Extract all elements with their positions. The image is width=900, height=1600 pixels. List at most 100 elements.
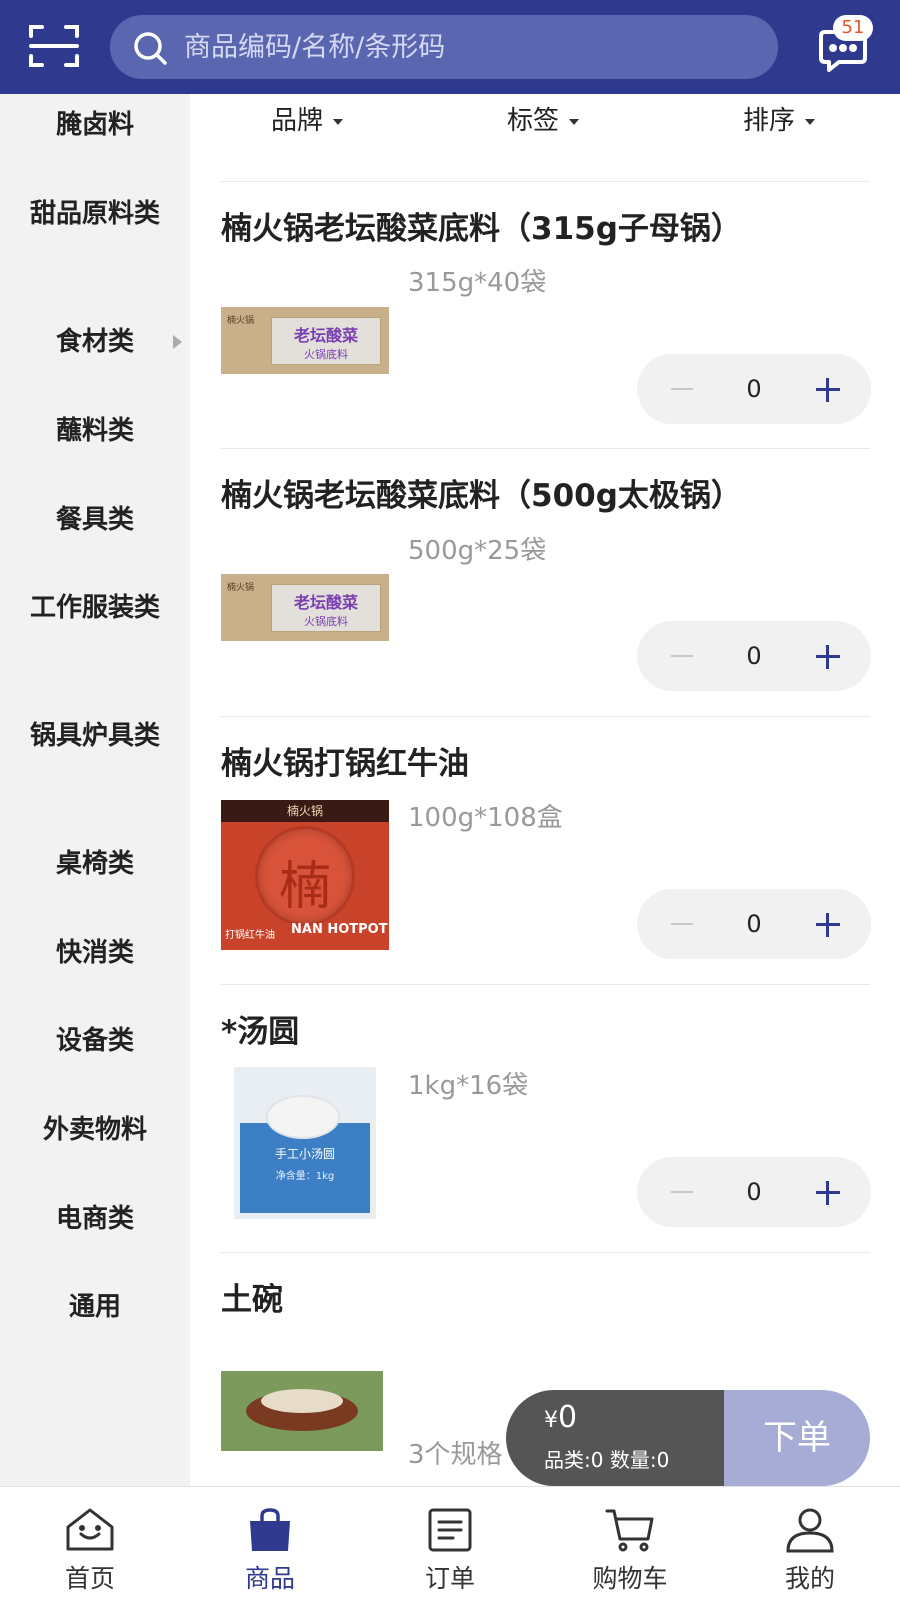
sidebar-item-label: 设备类 [55, 1026, 134, 1056]
tab-profile[interactable]: 我的 [720, 1487, 900, 1600]
cart-summary-bar: ¥0 品类:0 数量:0 下单 [506, 1390, 870, 1486]
place-order-button[interactable]: 下单 [724, 1390, 870, 1486]
product-image-text: 老坛酸菜 [293, 326, 358, 345]
cart-summary[interactable]: ¥0 品类:0 数量:0 [506, 1390, 724, 1486]
product-image-subtext: 打锅红牛油 [225, 930, 275, 941]
sidebar-item-workwear[interactable]: 工作服装类 [0, 589, 190, 627]
increase-button[interactable] [807, 1157, 847, 1227]
divider [220, 448, 870, 449]
sidebar-item-general[interactable]: 通用 [0, 1288, 190, 1326]
home-icon [66, 1508, 114, 1551]
product-image[interactable]: 手工小汤圆 净含量：1kg [234, 1067, 376, 1219]
sidebar-item-dessert-materials[interactable]: 甜品原料类 [0, 195, 190, 233]
product-image[interactable] [221, 1371, 383, 1451]
sidebar-item-label: 甜品原料类 [29, 199, 160, 229]
product-name[interactable]: *汤圆 [221, 1006, 299, 1051]
product-name[interactable]: 土碗 [221, 1274, 283, 1319]
category-sidebar: 腌卤料 甜品原料类 食材类 蘸料类 餐具类 工作服装类 锅具炉具类 桌椅类 快消… [0, 94, 190, 1486]
cart-total-value: 0 [558, 1400, 578, 1435]
sidebar-item-label: 食材类 [55, 327, 134, 357]
tab-label: 我的 [784, 1564, 835, 1593]
tab-home[interactable]: 首页 [0, 1487, 180, 1600]
user-icon [786, 1508, 834, 1553]
search-icon [134, 32, 167, 65]
tab-label: 商品 [244, 1564, 295, 1593]
expand-arrow-icon [173, 335, 182, 349]
order-list-icon [428, 1508, 472, 1552]
sidebar-item-takeout-supplies[interactable]: 外卖物料 [0, 1111, 190, 1149]
brand-filter-label: 品牌 [271, 106, 324, 136]
decrease-button[interactable] [661, 1157, 701, 1227]
message-badge: 51 [833, 15, 873, 41]
quantity-value[interactable]: 0 [717, 621, 791, 691]
product-name[interactable]: 楠火锅打锅红牛油 [221, 738, 469, 783]
scan-icon[interactable] [28, 22, 80, 70]
sidebar-item-tableware[interactable]: 餐具类 [0, 501, 190, 539]
sidebar-item-label: 餐具类 [55, 505, 134, 535]
tab-orders[interactable]: 订单 [360, 1487, 540, 1600]
shopping-bag-icon [250, 1508, 290, 1551]
search-input[interactable] [184, 15, 754, 79]
sidebar-item-ecommerce[interactable]: 电商类 [0, 1200, 190, 1238]
product-image-text: 楠 [278, 857, 331, 917]
product-spec: 100g*108盒 [408, 803, 563, 833]
category-count-value: 0 [590, 1448, 604, 1472]
product-image[interactable]: 老坛酸菜 火锅底料 楠火锅 [221, 307, 389, 374]
sidebar-item-curing-marinade[interactable]: 腌卤料 [0, 106, 190, 144]
tab-label: 首页 [64, 1564, 115, 1593]
sidebar-item-label: 电商类 [55, 1204, 134, 1234]
tab-products[interactable]: 商品 [180, 1487, 360, 1600]
product-image-text: 手工小汤圆 [274, 1147, 335, 1161]
product-label-card: 老坛酸菜 火锅底料 [271, 584, 381, 632]
sidebar-item-cookware-stoves[interactable]: 锅具炉具类 [0, 717, 190, 755]
product-name[interactable]: 楠火锅老坛酸菜底料（500g太极锅） [221, 470, 742, 515]
top-header: 51 [0, 0, 900, 94]
sidebar-item-label: 蘸料类 [55, 416, 134, 446]
sidebar-item-tables-chairs[interactable]: 桌椅类 [0, 845, 190, 883]
decrease-button[interactable] [661, 354, 701, 424]
sidebar-item-label: 锅具炉具类 [29, 721, 160, 751]
cart-total: ¥0 [544, 1400, 577, 1435]
sidebar-item-label: 桌椅类 [55, 849, 134, 879]
tag-filter[interactable]: 标签 [507, 100, 580, 137]
decrease-button[interactable] [661, 889, 701, 959]
search-bar[interactable] [110, 15, 778, 79]
sidebar-item-label: 腌卤料 [55, 110, 134, 140]
product-spec: 3个规格 [408, 1440, 503, 1470]
product-spec: 1kg*16袋 [408, 1071, 529, 1101]
cart-meta: 品类:0 数量:0 [544, 1444, 669, 1473]
sidebar-item-fmcg[interactable]: 快消类 [0, 934, 190, 972]
tag-filter-label: 标签 [507, 106, 560, 136]
divider [220, 1252, 870, 1253]
quantity-value[interactable]: 0 [717, 1157, 791, 1227]
quantity-stepper: 0 [637, 1157, 871, 1227]
sort-filter[interactable]: 排序 [743, 100, 816, 137]
product-name[interactable]: 楠火锅老坛酸菜底料（315g子母锅） [221, 203, 742, 248]
increase-button[interactable] [807, 354, 847, 424]
product-image-label: NAN HOTPOT [291, 922, 388, 937]
product-image[interactable]: 楠火锅 楠 打锅红牛油 NAN HOTPOT [221, 800, 389, 950]
product-image[interactable]: 老坛酸菜 火锅底料 楠火锅 [221, 574, 389, 641]
sidebar-item-label: 通用 [68, 1292, 121, 1322]
quantity-count-value: 0 [656, 1448, 670, 1472]
brand-filter[interactable]: 品牌 [271, 100, 344, 137]
product-label-card: 老坛酸菜 火锅底料 [271, 317, 381, 365]
quantity-value[interactable]: 0 [717, 354, 791, 424]
sidebar-item-dipping-sauce[interactable]: 蘸料类 [0, 412, 190, 450]
quantity-stepper: 0 [637, 889, 871, 959]
product-image-subtext: 火锅底料 [304, 615, 348, 628]
product-image-brand: 楠火锅 [221, 800, 389, 822]
dropdown-caret-icon [569, 118, 580, 125]
quantity-value[interactable]: 0 [717, 889, 791, 959]
sidebar-item-equipment[interactable]: 设备类 [0, 1022, 190, 1060]
tab-cart[interactable]: 购物车 [540, 1487, 720, 1600]
divider [220, 716, 870, 717]
bowl-rim [261, 1389, 343, 1413]
decrease-button[interactable] [661, 621, 701, 691]
product-image-subtext: 火锅底料 [304, 348, 348, 361]
increase-button[interactable] [807, 889, 847, 959]
increase-button[interactable] [807, 621, 847, 691]
sidebar-item-label: 工作服装类 [29, 593, 160, 623]
tab-label: 购物车 [592, 1564, 668, 1593]
sidebar-item-food-ingredients[interactable]: 食材类 [0, 323, 190, 361]
